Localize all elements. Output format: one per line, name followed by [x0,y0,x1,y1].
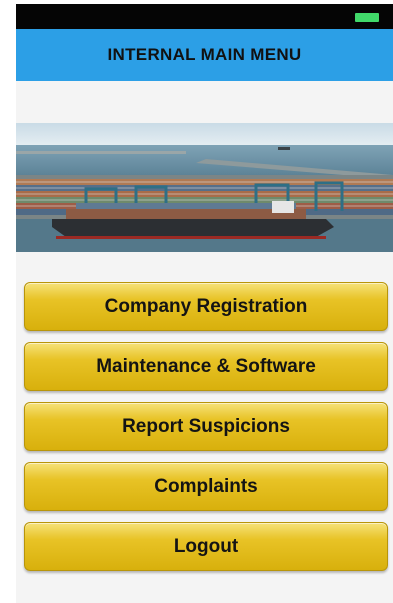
company-registration-button[interactable]: Company Registration [24,282,388,331]
main-content: Company Registration Maintenance & Softw… [16,81,393,603]
main-menu: Company Registration Maintenance & Softw… [24,282,388,582]
report-suspicions-button[interactable]: Report Suspicions [24,402,388,451]
app-screen: INTERNAL MAIN MENU Company Registration … [0,0,393,603]
nav-bar: INTERNAL MAIN MENU [16,29,393,81]
maintenance-software-button[interactable]: Maintenance & Software [24,342,388,391]
page-title: INTERNAL MAIN MENU [107,45,302,64]
complaints-button[interactable]: Complaints [24,462,388,511]
battery-icon [355,13,379,22]
port-banner-image [16,123,393,252]
logout-button[interactable]: Logout [24,522,388,571]
status-bar [16,4,393,29]
